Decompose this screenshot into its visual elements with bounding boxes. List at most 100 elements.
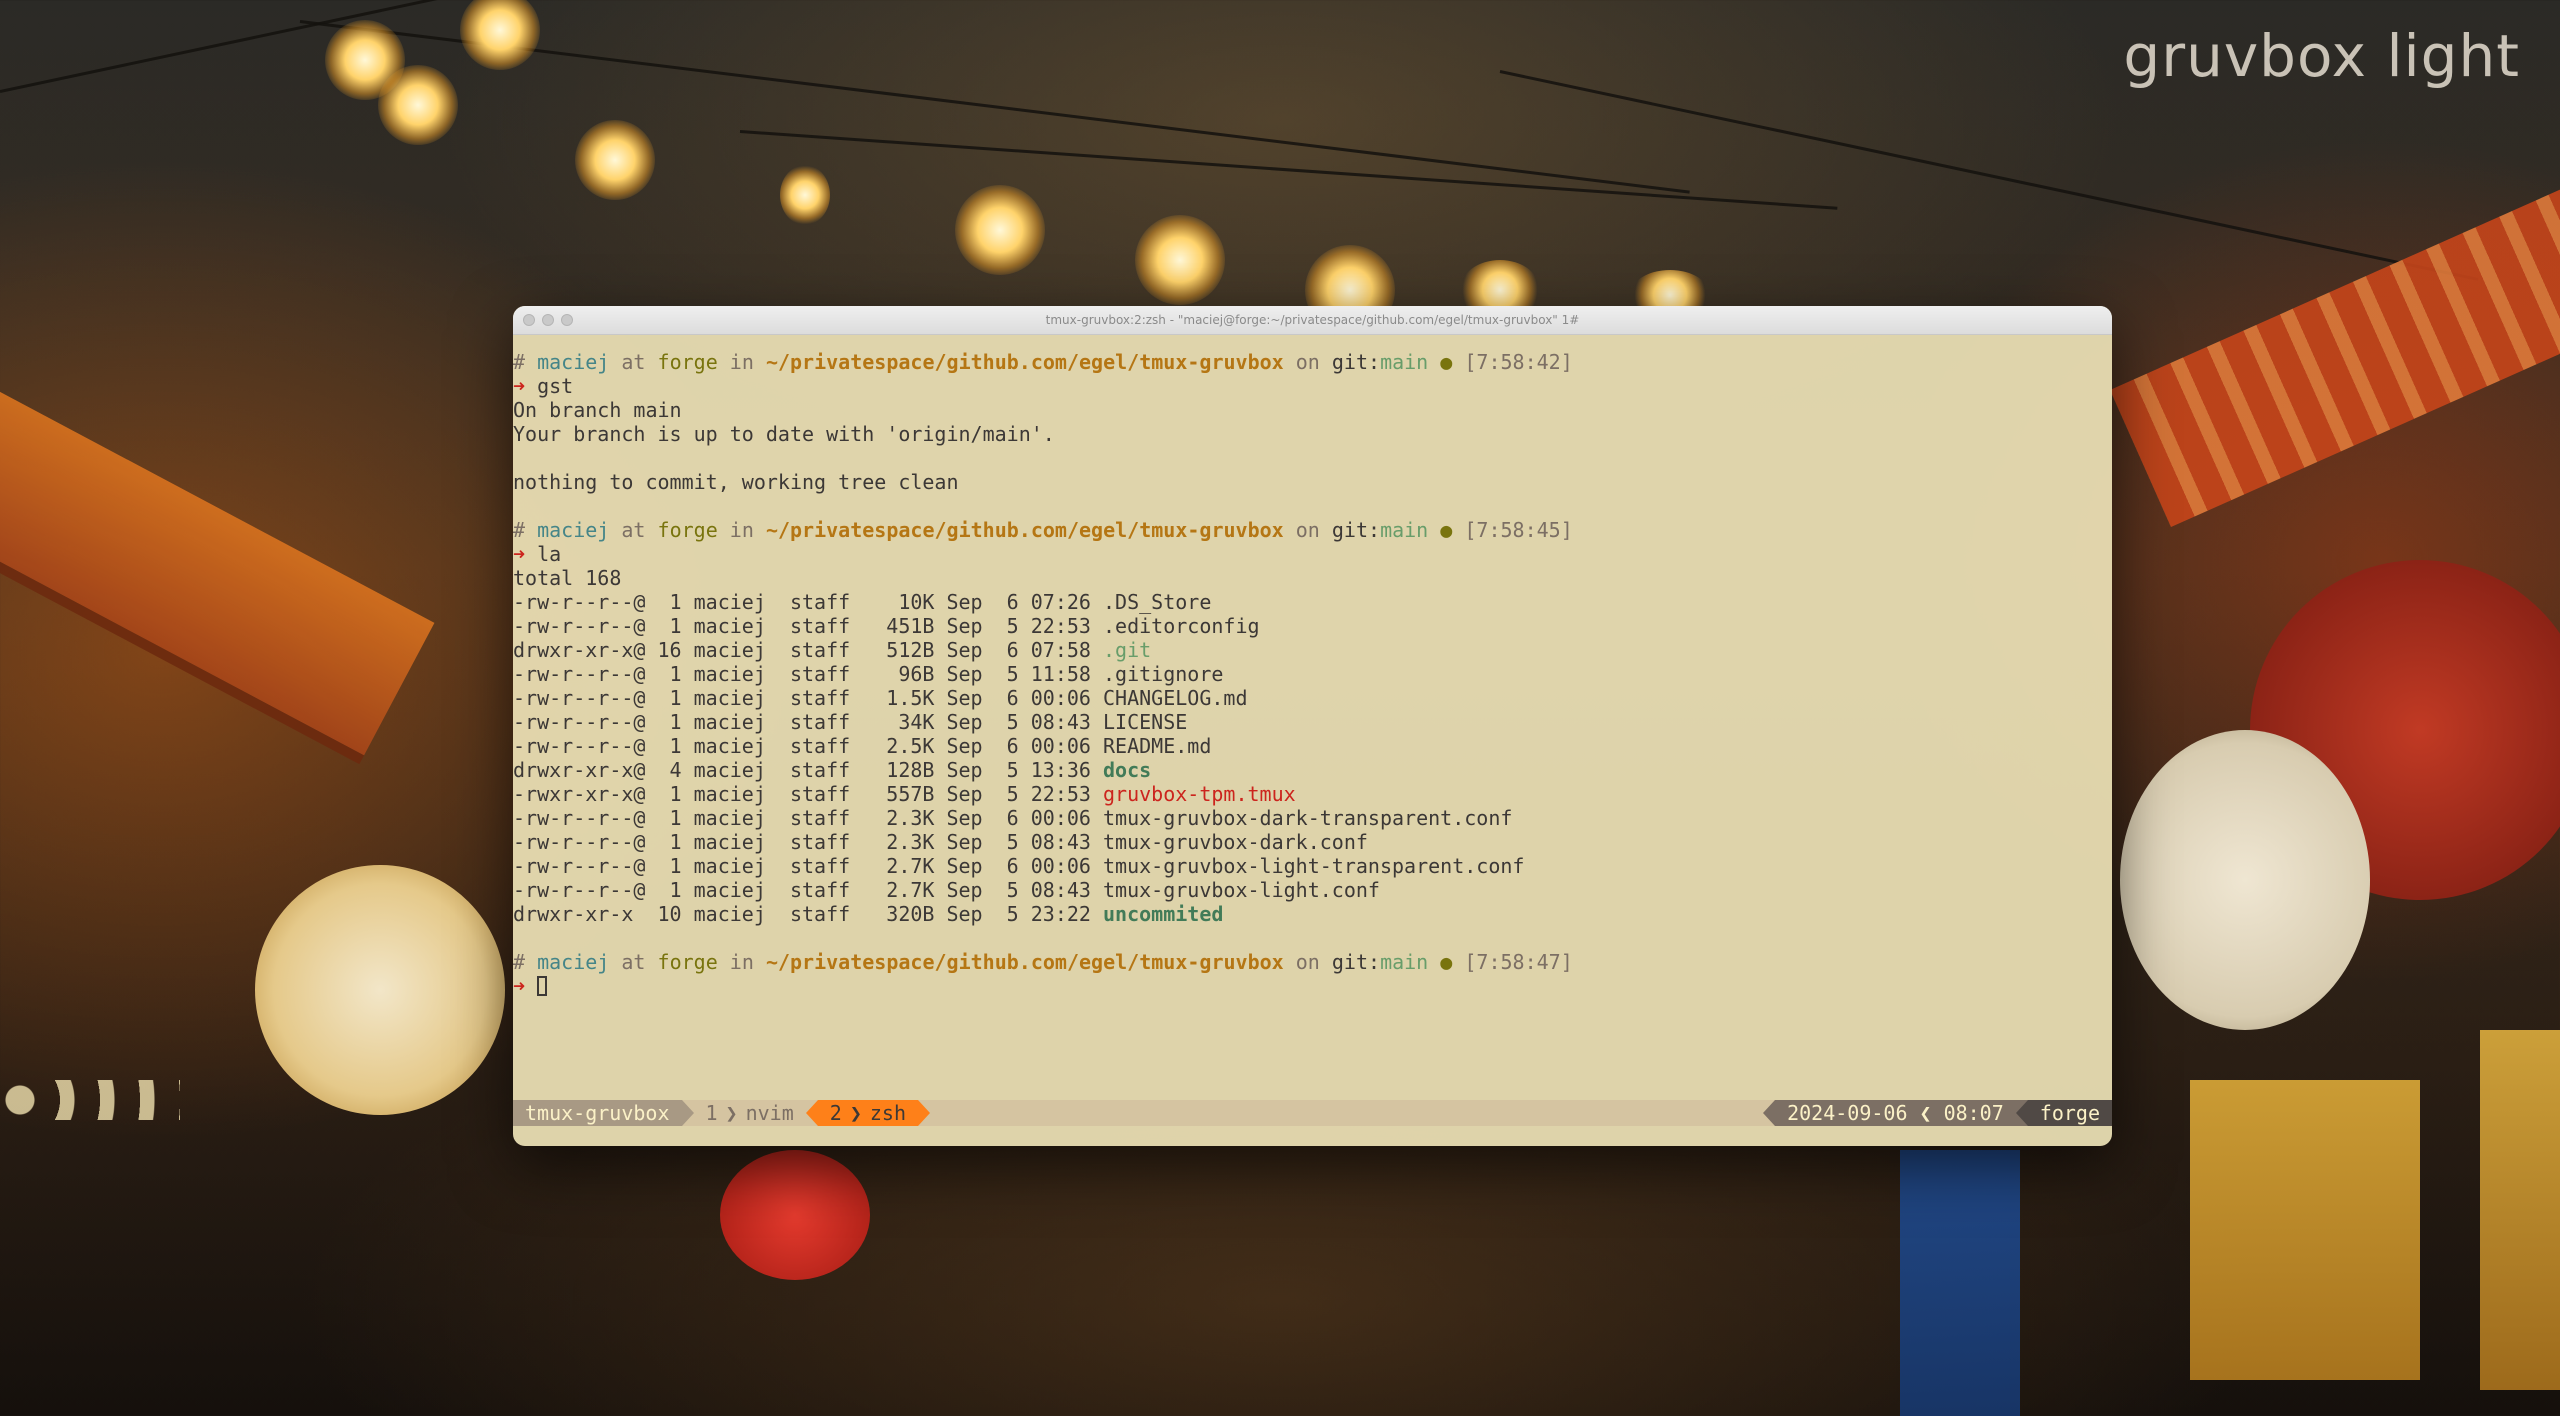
window-name: nvim — [745, 1101, 794, 1125]
active-window-left-separator — [805, 1100, 818, 1126]
prompt-line: # maciej at forge in ~/privatespace/gith… — [513, 350, 2112, 374]
date-separator — [1763, 1100, 1776, 1126]
listing-name: uncommited — [1103, 902, 1224, 926]
listing-name: LICENSE — [1103, 710, 1188, 734]
window-separator: ❯ — [725, 1101, 738, 1125]
listing-row: -rw-r--r--@ 1 maciej staff 34K Sep 5 08:… — [513, 710, 2112, 734]
listing-name: tmux-gruvbox-dark-transparent.conf — [1103, 806, 1513, 830]
listing-meta: drwxr-xr-x 10 maciej staff 320B Sep 5 23… — [513, 902, 1104, 926]
prompt-at: at — [621, 518, 646, 542]
listing-row: -rwxr-xr-x@ 1 maciej staff 557B Sep 5 22… — [513, 782, 2112, 806]
output-line: Your branch is up to date with 'origin/m… — [513, 422, 2112, 446]
status-right: 2024-09-06 ❮ 08:07 forge — [1763, 1100, 2112, 1126]
listing-meta: -rw-r--r--@ 1 maciej staff 1.5K Sep 6 00… — [513, 686, 1104, 710]
theme-label: gruvbox light — [2123, 22, 2520, 90]
command-line: ➜ — [513, 974, 2112, 998]
listing-meta: drwxr-xr-x@ 16 maciej staff 512B Sep 6 0… — [513, 638, 1104, 662]
listing-name: tmux-gruvbox-light-transparent.conf — [1103, 854, 1525, 878]
close-button[interactable] — [523, 314, 535, 326]
prompt-in: in — [729, 518, 754, 542]
prompt-time: [7:58:45] — [1464, 518, 1573, 542]
window-titlebar[interactable]: tmux-gruvbox:2:zsh - "maciej@forge:~/pri… — [513, 306, 2112, 335]
listing-meta: -rwxr-xr-x@ 1 maciej staff 557B Sep 5 22… — [513, 782, 1104, 806]
listing-name: .editorconfig — [1103, 614, 1260, 638]
prompt-path: ~/privatespace/github.com/egel/tmux-gruv… — [765, 950, 1284, 974]
listing-name: .gitignore — [1103, 662, 1224, 686]
listing-name: tmux-gruvbox-dark.conf — [1103, 830, 1368, 854]
prompt-host: forge — [657, 518, 718, 542]
listing-row: -rw-r--r--@ 1 maciej staff 1.5K Sep 6 00… — [513, 686, 2112, 710]
prompt-on: on — [1295, 950, 1320, 974]
terminal-window[interactable]: tmux-gruvbox:2:zsh - "maciej@forge:~/pri… — [513, 306, 2112, 1146]
prompt-git-label: git: — [1331, 950, 1381, 974]
prompt-status-dot: ● — [1440, 950, 1453, 974]
tmux-statusbar: tmux-gruvbox 1 ❯ nvim 2 ❯ zsh 2024-09-06… — [513, 1100, 2112, 1126]
output-text: nothing to commit, working tree clean — [513, 470, 959, 494]
prompt-git-label: git: — [1331, 350, 1381, 374]
status-host: forge — [2027, 1100, 2112, 1126]
listing-name: .DS_Store — [1103, 590, 1212, 614]
output-line: On branch main — [513, 398, 2112, 422]
command-text: gst — [537, 374, 574, 398]
listing-row: -rw-r--r--@ 1 maciej staff 2.7K Sep 6 00… — [513, 854, 2112, 878]
listing-row: -rw-r--r--@ 1 maciej staff 2.5K Sep 6 00… — [513, 734, 2112, 758]
active-window-right-separator — [917, 1100, 930, 1126]
listing-name: docs — [1103, 758, 1152, 782]
listing-total: total 168 — [513, 566, 622, 590]
prompt-on: on — [1295, 350, 1320, 374]
listing-row: -rw-r--r--@ 1 maciej staff 2.3K Sep 6 00… — [513, 806, 2112, 830]
listing-meta: drwxr-xr-x@ 4 maciej staff 128B Sep 5 13… — [513, 758, 1104, 782]
prompt-at: at — [621, 950, 646, 974]
prompt-time: [7:58:42] — [1464, 350, 1573, 374]
prompt-path: ~/privatespace/github.com/egel/tmux-gruv… — [765, 350, 1284, 374]
prompt-branch: main — [1380, 350, 1429, 374]
zoom-button[interactable] — [561, 314, 573, 326]
command-line: ➜ la — [513, 542, 2112, 566]
listing-row: drwxr-xr-x@ 4 maciej staff 128B Sep 5 13… — [513, 758, 2112, 782]
prompt-user: maciej — [537, 518, 610, 542]
listing-row: -rw-r--r--@ 1 maciej staff 96B Sep 5 11:… — [513, 662, 2112, 686]
window-tab-zsh[interactable]: 2 ❯ zsh — [817, 1100, 918, 1126]
prompt-in: in — [729, 350, 754, 374]
session-separator — [681, 1100, 694, 1126]
prompt-arrow: ➜ — [513, 542, 526, 566]
output-line: nothing to commit, working tree clean — [513, 470, 2112, 494]
listing-meta: -rw-r--r--@ 1 maciej staff 2.3K Sep 6 00… — [513, 806, 1104, 830]
listing-meta: -rw-r--r--@ 1 maciej staff 10K Sep 6 07:… — [513, 590, 1104, 614]
listing-name: README.md — [1103, 734, 1212, 758]
window-separator: ❯ — [849, 1101, 862, 1125]
listing-meta: -rw-r--r--@ 1 maciej staff 96B Sep 5 11:… — [513, 662, 1104, 686]
prompt-hash: # — [513, 518, 526, 542]
prompt-host: forge — [657, 950, 718, 974]
prompt-user: maciej — [537, 350, 610, 374]
prompt-git-label: git: — [1331, 518, 1381, 542]
listing-meta: -rw-r--r--@ 1 maciej staff 2.7K Sep 5 08… — [513, 878, 1104, 902]
listing-name: gruvbox-tpm.tmux — [1103, 782, 1296, 806]
prompt-arrow: ➜ — [513, 374, 526, 398]
prompt-at: at — [621, 350, 646, 374]
status-time: 08:07 — [1931, 1100, 2016, 1126]
output-line: total 168 — [513, 566, 2112, 590]
cursor — [537, 976, 548, 996]
prompt-time: [7:58:47] — [1464, 950, 1573, 974]
window-index: 2 — [829, 1101, 842, 1125]
listing-row: -rw-r--r--@ 1 maciej staff 2.7K Sep 5 08… — [513, 878, 2112, 902]
window-tab-nvim[interactable]: 1 ❯ nvim — [694, 1100, 806, 1126]
prompt-user: maciej — [537, 950, 610, 974]
prompt-branch: main — [1380, 950, 1429, 974]
prompt-in: in — [729, 950, 754, 974]
terminal-content[interactable]: # maciej at forge in ~/privatespace/gith… — [513, 350, 2112, 998]
prompt-branch: main — [1380, 518, 1429, 542]
listing-row: drwxr-xr-x@ 16 maciej staff 512B Sep 6 0… — [513, 638, 2112, 662]
minimize-button[interactable] — [542, 314, 554, 326]
listing-name: CHANGELOG.md — [1103, 686, 1248, 710]
listing-row: -rw-r--r--@ 1 maciej staff 2.3K Sep 5 08… — [513, 830, 2112, 854]
prompt-arrow: ➜ — [513, 974, 526, 998]
command-line: ➜ gst — [513, 374, 2112, 398]
host-separator — [2015, 1100, 2028, 1126]
window-title: tmux-gruvbox:2:zsh - "maciej@forge:~/pri… — [1045, 313, 1580, 327]
session-name[interactable]: tmux-gruvbox — [513, 1100, 682, 1126]
status-date: 2024-09-06 — [1775, 1100, 1920, 1126]
